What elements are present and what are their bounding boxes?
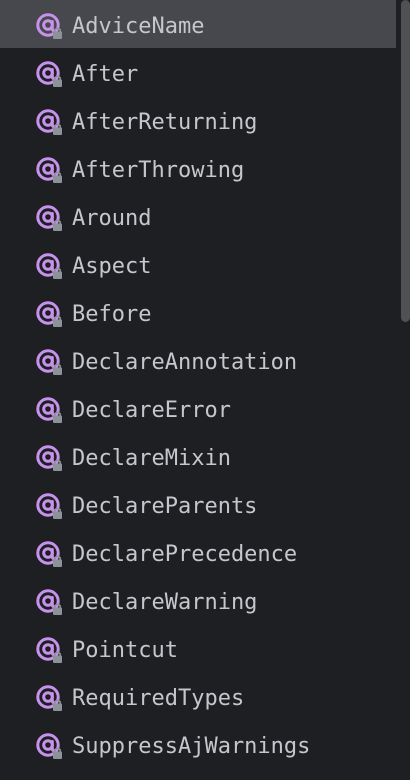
- list-item-label: AfterThrowing: [72, 158, 245, 183]
- annotation-icon: [36, 301, 62, 327]
- list-item-label: DeclareParents: [72, 494, 258, 519]
- list-item[interactable]: AfterReturning: [0, 96, 396, 144]
- list-item-label: Around: [72, 206, 152, 231]
- annotation-icon: [36, 733, 62, 759]
- annotation-icon: [36, 541, 62, 567]
- annotation-icon: [36, 637, 62, 663]
- list-item[interactable]: Pointcut: [0, 624, 396, 672]
- annotation-icon: [36, 445, 62, 471]
- list-item-label: DeclareAnnotation: [72, 350, 298, 375]
- list-item-label: DeclarePrecedence: [72, 542, 298, 567]
- annotation-icon: [36, 349, 62, 375]
- list-item[interactable]: DeclareWarning: [0, 576, 396, 624]
- list-item-label: DeclareError: [72, 398, 231, 423]
- list-item-label: Aspect: [72, 254, 152, 279]
- annotation-icon: [36, 157, 62, 183]
- list-item-label: DeclareWarning: [72, 590, 258, 615]
- list-item[interactable]: DeclareError: [0, 384, 396, 432]
- list-item[interactable]: AfterThrowing: [0, 144, 396, 192]
- annotation-icon: [36, 685, 62, 711]
- annotation-icon: [36, 109, 62, 135]
- list-item-label: SuppressAjWarnings: [72, 734, 311, 759]
- list-item[interactable]: RequiredTypes: [0, 672, 396, 720]
- list-item[interactable]: SuppressAjWarnings: [0, 720, 396, 768]
- list-item[interactable]: DeclareParents: [0, 480, 396, 528]
- list-item-label: Pointcut: [72, 638, 178, 663]
- list-item[interactable]: After: [0, 48, 396, 96]
- vertical-scrollbar[interactable]: [401, 0, 410, 322]
- annotation-icon: [36, 205, 62, 231]
- list-item[interactable]: Before: [0, 288, 396, 336]
- annotation-icon: [36, 253, 62, 279]
- list-item-label: Before: [72, 302, 152, 327]
- annotation-list: AdviceName After AfterReturning AfterThr…: [0, 0, 396, 768]
- annotation-icon: [36, 13, 62, 39]
- list-item-label: After: [72, 62, 139, 87]
- list-item[interactable]: Aspect: [0, 240, 396, 288]
- list-item-label: RequiredTypes: [72, 686, 245, 711]
- list-item-label: AfterReturning: [72, 110, 258, 135]
- list-item[interactable]: DeclareAnnotation: [0, 336, 396, 384]
- annotation-icon: [36, 397, 62, 423]
- list-item-selected[interactable]: AdviceName: [0, 0, 396, 48]
- list-item-label: DeclareMixin: [72, 446, 231, 471]
- list-item-label: AdviceName: [72, 14, 205, 39]
- annotation-icon: [36, 61, 62, 87]
- annotation-icon: [36, 589, 62, 615]
- list-item[interactable]: DeclarePrecedence: [0, 528, 396, 576]
- annotation-list-panel: AdviceName After AfterReturning AfterThr…: [0, 0, 410, 780]
- list-item[interactable]: DeclareMixin: [0, 432, 396, 480]
- annotation-icon: [36, 493, 62, 519]
- list-item[interactable]: Around: [0, 192, 396, 240]
